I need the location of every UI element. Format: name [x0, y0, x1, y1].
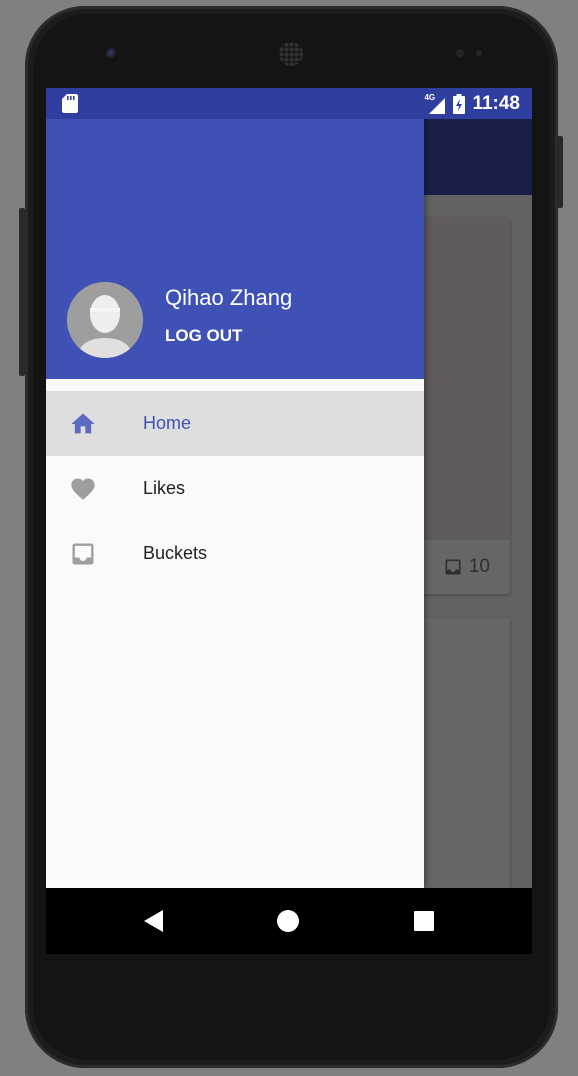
- drawer-item-label: Buckets: [143, 543, 208, 563]
- drawer-item-likes[interactable]: Likes: [46, 456, 424, 521]
- inbox-icon: [72, 543, 94, 565]
- user-name: Qihao Zhang: [165, 285, 293, 310]
- battery-charging-icon: [453, 93, 466, 114]
- earpiece-speaker: [279, 42, 303, 66]
- drawer-item-buckets[interactable]: Buckets: [46, 521, 424, 586]
- drawer-item-label: Home: [143, 413, 192, 433]
- network-type-label: 4G: [424, 92, 436, 102]
- avatar[interactable]: [67, 282, 143, 358]
- default-avatar-icon: [67, 282, 143, 358]
- proximity-sensor: [456, 49, 464, 57]
- back-button[interactable]: [143, 909, 165, 933]
- volume-button: [557, 136, 563, 208]
- status-bar: 4G 11:48: [46, 88, 532, 119]
- navigation-drawer: Qihao Zhang LOG OUT Home Likes Buckets: [46, 88, 424, 888]
- clock: 11:48: [472, 92, 520, 114]
- front-camera: [106, 48, 118, 60]
- drawer-header: Qihao Zhang LOG OUT: [46, 88, 424, 379]
- screen: 10 4G 11:48: [46, 88, 532, 954]
- logout-button[interactable]: LOG OUT: [165, 326, 242, 346]
- recents-button[interactable]: [413, 909, 435, 933]
- drawer-item-label: Likes: [143, 478, 186, 498]
- power-button: [19, 208, 25, 376]
- home-button[interactable]: [277, 909, 299, 933]
- signal-icon: 4G: [424, 92, 446, 114]
- drawer-menu: Home Likes Buckets: [46, 391, 424, 586]
- navigation-bar: [46, 888, 532, 954]
- sd-card-icon: [62, 94, 78, 113]
- heart-icon: [71, 478, 95, 500]
- drawer-item-home[interactable]: Home: [46, 391, 424, 456]
- light-sensor: [476, 50, 482, 56]
- home-icon: [71, 413, 95, 434]
